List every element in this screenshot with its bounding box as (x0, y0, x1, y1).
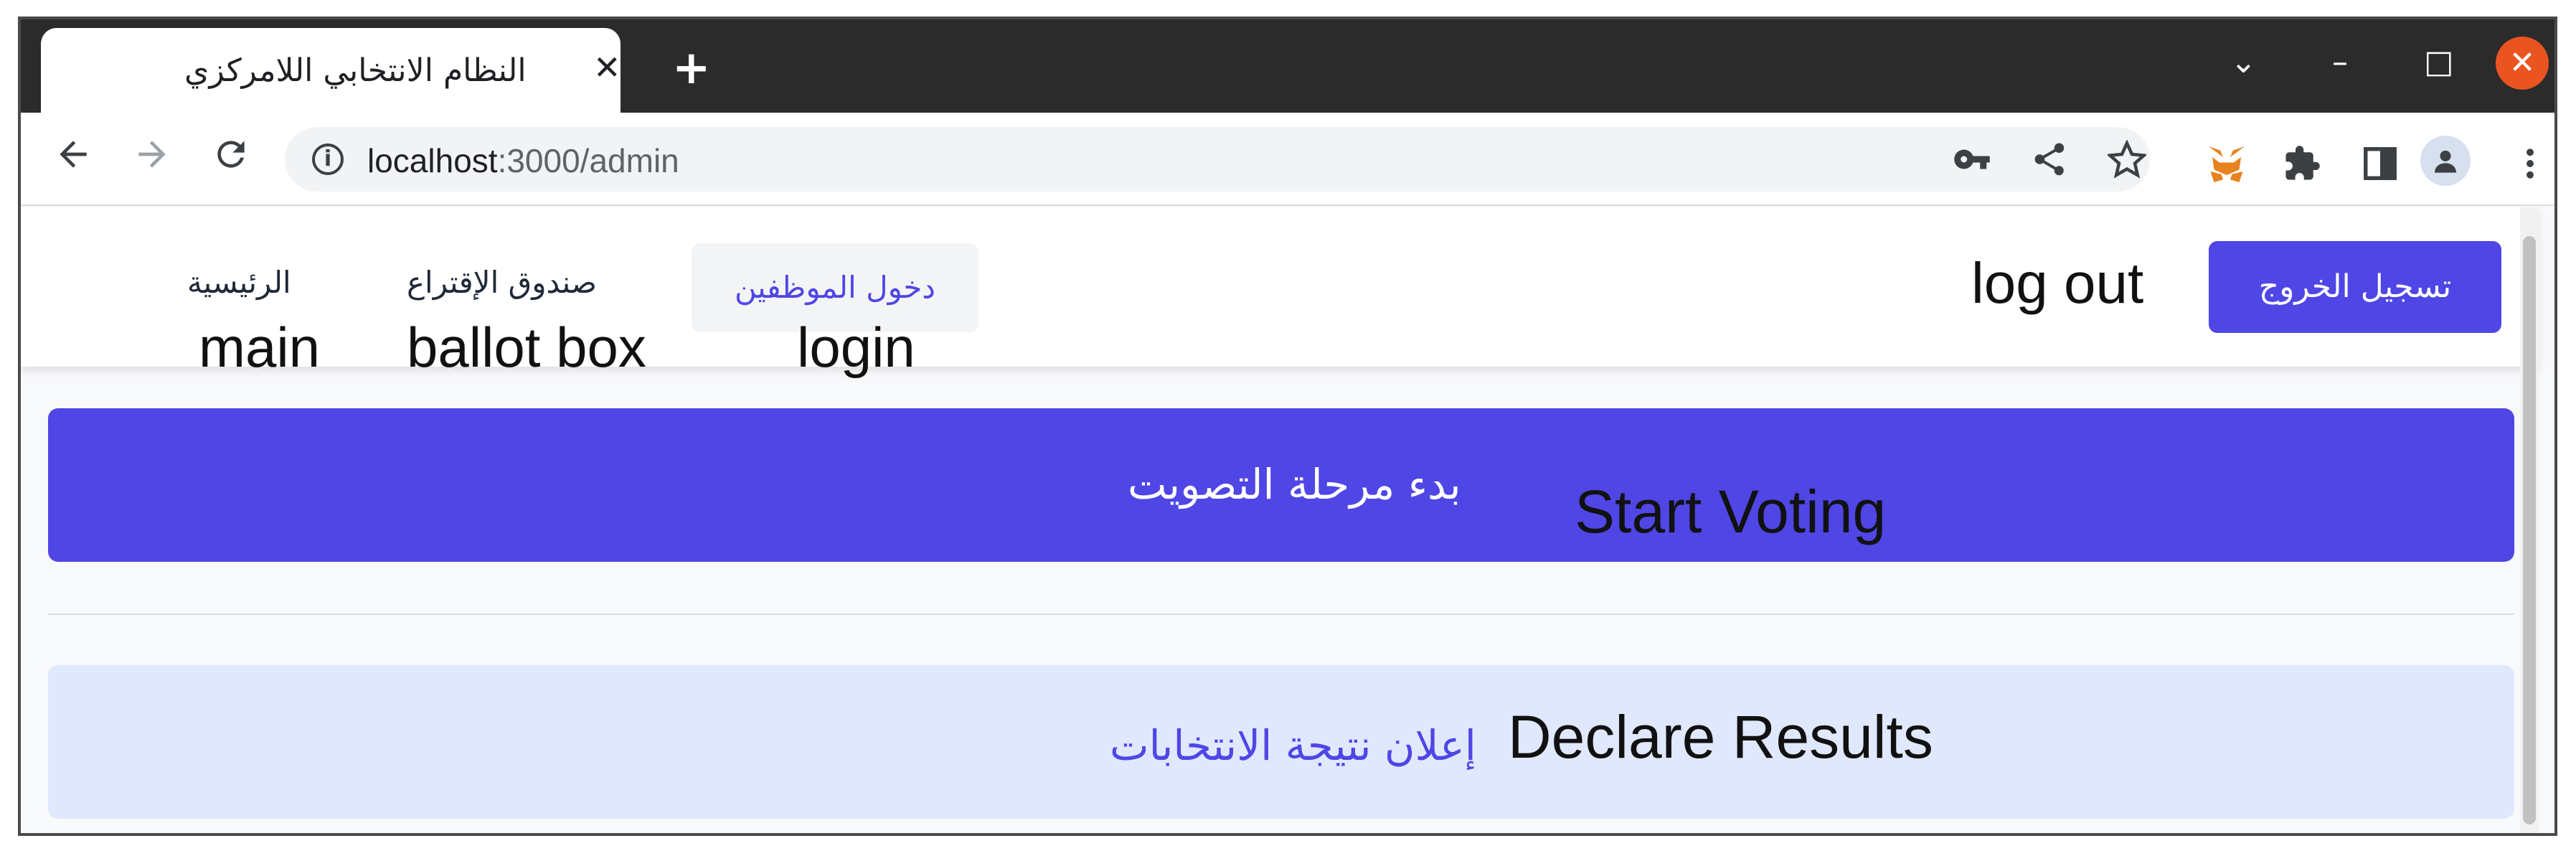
back-arrow-icon[interactable] (53, 134, 93, 182)
page-content: الرئيسية main صندوق الإقتراع ballot box … (21, 207, 2539, 833)
declare-results-button[interactable]: إعلان نتيجة الانتخابات Declare Results (48, 665, 2514, 819)
side-panel-icon[interactable] (2361, 144, 2400, 189)
browser-window: النظام الانتخابي اللامركزي ✕ + ⌄ – □ ✕ i… (18, 17, 2557, 836)
tab-title: النظام الانتخابي اللامركزي (184, 52, 527, 89)
reload-icon[interactable] (211, 134, 251, 182)
new-tab-button[interactable]: + (672, 45, 711, 91)
logout-button[interactable]: تسجيل الخروج (2209, 241, 2501, 333)
browser-toolbar: i localhost:3000/admin (21, 113, 2554, 206)
metamask-fox-icon[interactable] (2205, 144, 2248, 190)
nav-home-translation: main (199, 316, 321, 379)
key-icon[interactable] (1953, 140, 1991, 184)
staff-login-label: دخول الموظفين (735, 270, 935, 305)
scrollbar-thumb[interactable] (2523, 236, 2536, 824)
address-bar[interactable]: i localhost:3000/admin (285, 127, 2150, 192)
browser-tab[interactable]: النظام الانتخابي اللامركزي ✕ (41, 28, 621, 113)
start-voting-label: بدء مرحلة التصويت (1128, 460, 1461, 509)
start-voting-button[interactable]: بدء مرحلة التصويت Start Voting (48, 408, 2514, 562)
kebab-menu-icon[interactable] (2523, 144, 2537, 189)
url-text[interactable]: localhost:3000/admin (367, 141, 679, 180)
star-icon[interactable] (2105, 139, 2148, 184)
logout-translation: log out (1971, 251, 2144, 315)
puzzle-icon[interactable] (2283, 144, 2321, 189)
close-window-button[interactable]: ✕ (2496, 37, 2549, 90)
declare-results-translation: Declare Results (1508, 703, 1933, 771)
top-navbar: الرئيسية main صندوق الإقتراع ballot box … (21, 207, 2539, 379)
tab-close-icon[interactable]: ✕ (593, 48, 621, 87)
section-divider (48, 613, 2514, 615)
nav-login-translation: login (797, 316, 915, 379)
start-voting-translation: Start Voting (1575, 478, 1887, 545)
minimize-button[interactable]: – (2332, 47, 2348, 78)
vertical-scrollbar[interactable] (2520, 207, 2539, 833)
declare-results-label: إعلان نتيجة الانتخابات (1110, 721, 1476, 770)
tab-search-chevron-icon[interactable]: ⌄ (2230, 47, 2257, 78)
nav-home-link[interactable]: الرئيسية (187, 265, 291, 300)
info-icon[interactable]: i (312, 144, 344, 175)
profile-icon[interactable] (2420, 136, 2471, 186)
nav-ballot-box-link[interactable]: صندوق الإقتراع (407, 265, 597, 300)
logout-button-label: تسجيل الخروج (2258, 268, 2452, 305)
forward-arrow-icon[interactable] (132, 134, 172, 182)
nav-ballot-box-translation: ballot box (407, 316, 646, 379)
maximize-button[interactable]: □ (2424, 47, 2454, 78)
browser-titlebar: النظام الانتخابي اللامركزي ✕ + ⌄ – □ ✕ (21, 19, 2554, 113)
share-icon[interactable] (2030, 140, 2069, 184)
